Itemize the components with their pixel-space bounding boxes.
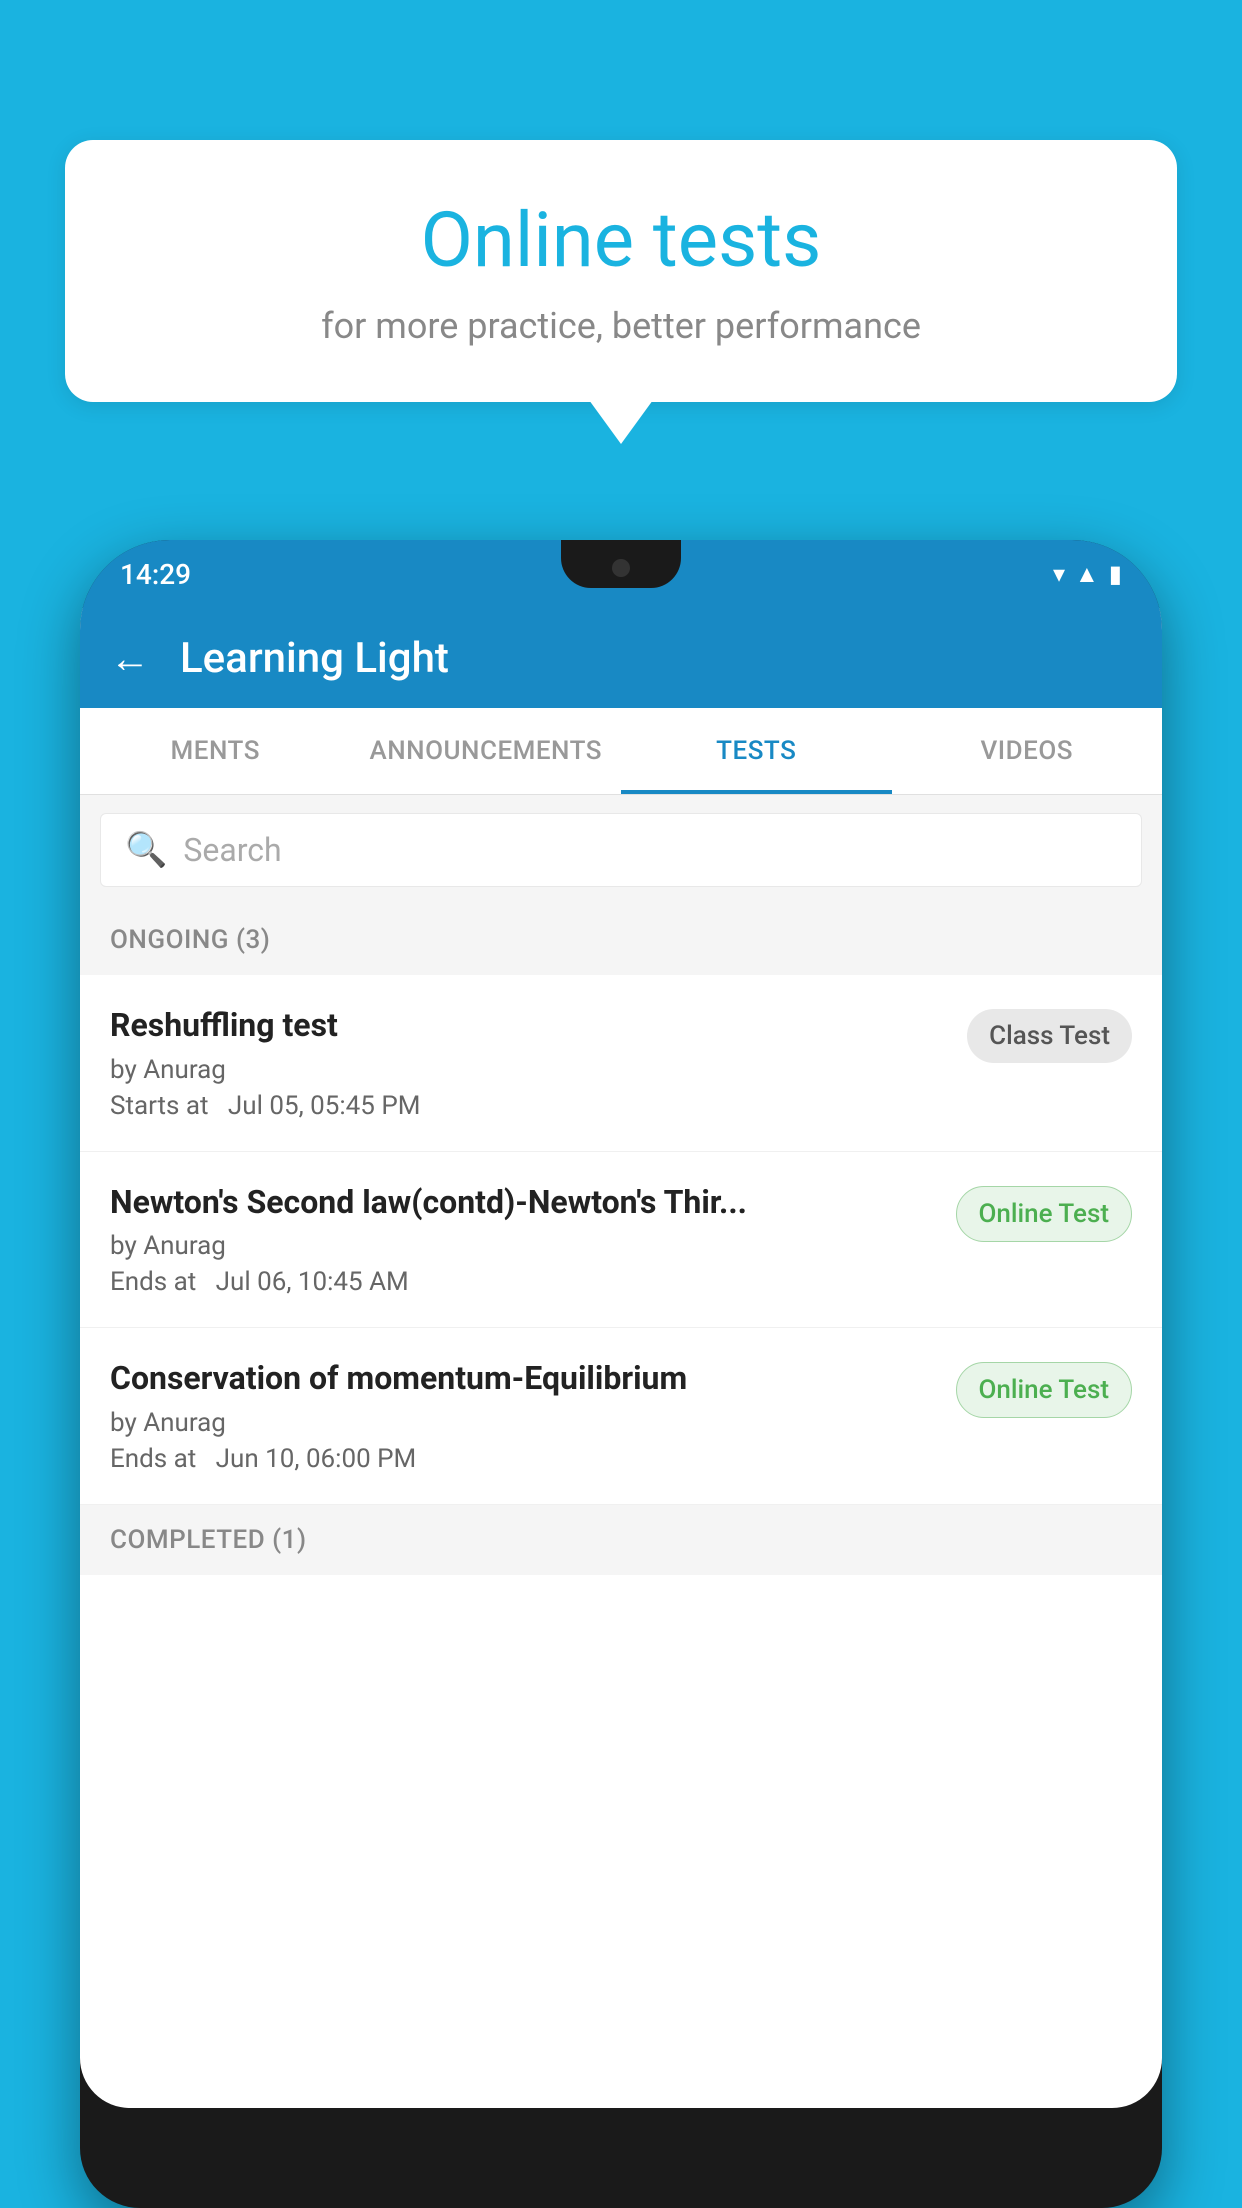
bubble-subtitle: for more practice, better performance (125, 305, 1117, 347)
phone-content: ← Learning Light MENTS ANNOUNCEMENTS TES… (80, 608, 1162, 2108)
completed-section-header: COMPLETED (1) (80, 1505, 1162, 1575)
camera (612, 559, 630, 577)
test-badge-3: Online Test (956, 1362, 1133, 1418)
battery-icon: ▮ (1109, 560, 1122, 588)
search-placeholder: Search (183, 831, 281, 869)
search-box[interactable]: 🔍 Search (100, 813, 1142, 887)
wifi-icon: ▾ (1053, 560, 1065, 588)
signal-icon: ▲ (1075, 560, 1099, 589)
speech-bubble: Online tests for more practice, better p… (65, 140, 1177, 402)
test-author-2: by Anurag (110, 1231, 936, 1261)
notch (561, 540, 681, 588)
ongoing-section-header: ONGOING (3) (80, 905, 1162, 975)
test-badge-1: Class Test (967, 1009, 1132, 1063)
test-item-2[interactable]: Newton's Second law(contd)-Newton's Thir… (80, 1152, 1162, 1329)
test-date-1: Starts at Jul 05, 05:45 PM (110, 1091, 947, 1121)
test-name-2: Newton's Second law(contd)-Newton's Thir… (110, 1182, 936, 1224)
test-author-1: by Anurag (110, 1055, 947, 1085)
test-name-1: Reshuffling test (110, 1005, 947, 1047)
app-title: Learning Light (180, 634, 449, 683)
status-time: 14:29 (120, 558, 191, 591)
test-badge-2: Online Test (956, 1186, 1133, 1242)
app-bar: ← Learning Light (80, 608, 1162, 708)
test-date-2: Ends at Jul 06, 10:45 AM (110, 1267, 936, 1297)
tab-announcements[interactable]: ANNOUNCEMENTS (351, 708, 622, 794)
status-bar: 14:29 ▾ ▲ ▮ (80, 540, 1162, 608)
test-info-2: Newton's Second law(contd)-Newton's Thir… (110, 1182, 936, 1298)
test-date-3: Ends at Jun 10, 06:00 PM (110, 1444, 936, 1474)
test-info-3: Conservation of momentum-Equilibrium by … (110, 1358, 936, 1474)
bubble-title: Online tests (125, 195, 1117, 285)
test-list: Reshuffling test by Anurag Starts at Jul… (80, 975, 1162, 1505)
phone-frame: 14:29 ▾ ▲ ▮ ← Learning Light MENTS ANNOU… (80, 540, 1162, 2208)
speech-bubble-container: Online tests for more practice, better p… (65, 140, 1177, 402)
status-icons: ▾ ▲ ▮ (1053, 560, 1122, 589)
search-icon: 🔍 (125, 830, 167, 870)
test-name-3: Conservation of momentum-Equilibrium (110, 1358, 936, 1400)
search-container: 🔍 Search (80, 795, 1162, 905)
tab-ments[interactable]: MENTS (80, 708, 351, 794)
test-item-3[interactable]: Conservation of momentum-Equilibrium by … (80, 1328, 1162, 1505)
tabs-container: MENTS ANNOUNCEMENTS TESTS VIDEOS (80, 708, 1162, 795)
tab-videos[interactable]: VIDEOS (892, 708, 1163, 794)
back-button[interactable]: ← (110, 635, 150, 682)
test-item-1[interactable]: Reshuffling test by Anurag Starts at Jul… (80, 975, 1162, 1152)
test-info-1: Reshuffling test by Anurag Starts at Jul… (110, 1005, 947, 1121)
phone-inner: ← Learning Light MENTS ANNOUNCEMENTS TES… (80, 608, 1162, 2108)
tab-tests[interactable]: TESTS (621, 708, 892, 794)
test-author-3: by Anurag (110, 1408, 936, 1438)
